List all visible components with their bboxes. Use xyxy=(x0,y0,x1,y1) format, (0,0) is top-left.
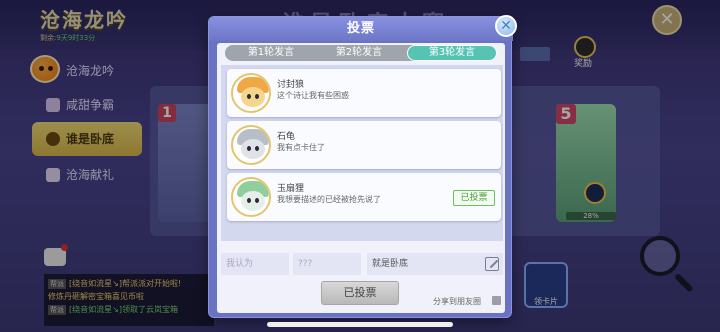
avatar xyxy=(231,73,271,113)
player-name: 石龟 xyxy=(277,132,296,142)
player-message: 这个诗让我有些困惑 xyxy=(277,91,349,100)
edit-icon[interactable] xyxy=(485,257,499,271)
list-item[interactable]: 石龟 我有点卡住了 xyxy=(227,121,501,169)
tab-round-1[interactable]: 第1轮发言 xyxy=(227,45,315,61)
speech-list: 讨封狼 这个诗让我有些困惑 石龟 我有点卡住了 玉扇狸 我想要描述的已经被抢先说… xyxy=(221,65,503,241)
share-checkbox-icon[interactable] xyxy=(492,296,501,305)
voted-badge: 已投票 xyxy=(453,190,495,206)
avatar xyxy=(231,177,271,217)
list-item[interactable]: 讨封狼 这个诗让我有些困惑 xyxy=(227,69,501,117)
close-icon[interactable]: ✕ xyxy=(495,15,517,37)
phrase-input-2[interactable]: ??? xyxy=(293,253,361,275)
phrase-input-1[interactable]: 我认为 xyxy=(221,253,289,275)
list-item[interactable]: 玉扇狸 我想要描述的已经被抢先说了 已投票 xyxy=(227,173,501,221)
tab-round-3[interactable]: 第3轮发言 xyxy=(407,45,497,61)
avatar xyxy=(231,125,271,165)
player-message: 我想要描述的已经被抢先说了 xyxy=(277,195,381,204)
voted-button[interactable]: 已投票 xyxy=(321,281,399,305)
share-label: 分享到朋友圈 xyxy=(433,297,481,306)
modal-title: 投票 xyxy=(209,17,513,41)
player-name: 讨封狼 xyxy=(277,80,305,90)
home-indicator[interactable] xyxy=(267,322,453,327)
vote-modal: 投票 ✕ 第1轮发言 第2轮发言 第3轮发言 讨封狼 这个诗让我有些困惑 石龟 … xyxy=(208,15,517,318)
phrase-input-3[interactable]: 就是卧底 xyxy=(367,253,503,275)
player-message: 我有点卡住了 xyxy=(277,143,325,152)
player-name: 玉扇狸 xyxy=(277,184,305,194)
round-tabs: 第1轮发言 第2轮发言 第3轮发言 xyxy=(225,45,497,61)
tab-round-2[interactable]: 第2轮发言 xyxy=(315,45,403,61)
